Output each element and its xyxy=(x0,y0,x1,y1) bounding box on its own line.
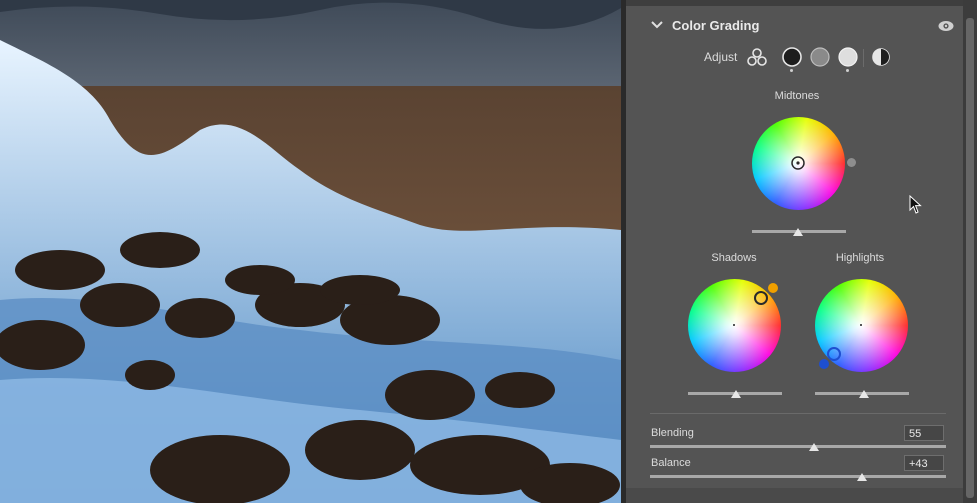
midtones-label: Midtones xyxy=(774,90,820,102)
highlights-circle-icon[interactable] xyxy=(837,46,859,68)
mouse-cursor-icon xyxy=(909,195,922,214)
global-circle-icon[interactable] xyxy=(870,46,892,68)
shadows-hue-handle[interactable] xyxy=(753,290,769,306)
shadows-circle-icon[interactable] xyxy=(781,46,803,68)
midtones-saturation-dot[interactable] xyxy=(847,158,856,167)
seascape-image xyxy=(0,0,621,503)
section-header[interactable]: Color Grading xyxy=(626,12,963,40)
scrollbar-thumb[interactable] xyxy=(966,18,974,498)
highlights-active-dot xyxy=(846,69,849,72)
shadows-luminance-knob[interactable] xyxy=(731,390,741,398)
highlights-label: Highlights xyxy=(835,252,885,264)
balance-slider-knob[interactable] xyxy=(857,473,867,481)
shadows-active-dot xyxy=(790,69,793,72)
blending-slider-knob[interactable] xyxy=(809,443,819,451)
section-divider xyxy=(650,413,946,414)
eye-icon[interactable] xyxy=(938,20,954,32)
blending-slider-track[interactable] xyxy=(650,445,946,448)
section-title: Color Grading xyxy=(672,18,760,33)
highlights-luminance-knob[interactable] xyxy=(859,390,869,398)
chevron-down-icon[interactable] xyxy=(650,18,664,32)
adjust-label: Adjust xyxy=(704,50,738,64)
balance-value-field[interactable]: +43 xyxy=(904,455,944,471)
shadows-label: Shadows xyxy=(711,252,757,264)
midtones-hue-handle[interactable] xyxy=(790,155,806,171)
adjust-separator xyxy=(863,49,864,67)
balance-slider-track[interactable] xyxy=(650,475,946,478)
blending-value-field[interactable]: 55 xyxy=(904,425,944,441)
highlights-saturation-dot[interactable] xyxy=(819,359,829,369)
three-circles-icon[interactable] xyxy=(746,47,768,69)
panel-bottom-strip xyxy=(626,488,963,503)
blending-label: Blending xyxy=(651,427,694,439)
panel-scrollbar[interactable] xyxy=(963,0,977,503)
panel-top-edge xyxy=(626,0,963,6)
highlights-hue-handle[interactable] xyxy=(826,346,842,362)
shadows-saturation-dot[interactable] xyxy=(768,283,778,293)
midtones-circle-icon[interactable] xyxy=(809,46,831,68)
color-grading-panel: Color Grading Adjust Midtones Shadows Hi… xyxy=(626,0,963,503)
highlights-center xyxy=(860,324,862,326)
photo-preview xyxy=(0,0,621,503)
balance-label: Balance xyxy=(651,457,691,469)
midtones-luminance-knob[interactable] xyxy=(793,228,803,236)
shadows-center xyxy=(733,324,735,326)
